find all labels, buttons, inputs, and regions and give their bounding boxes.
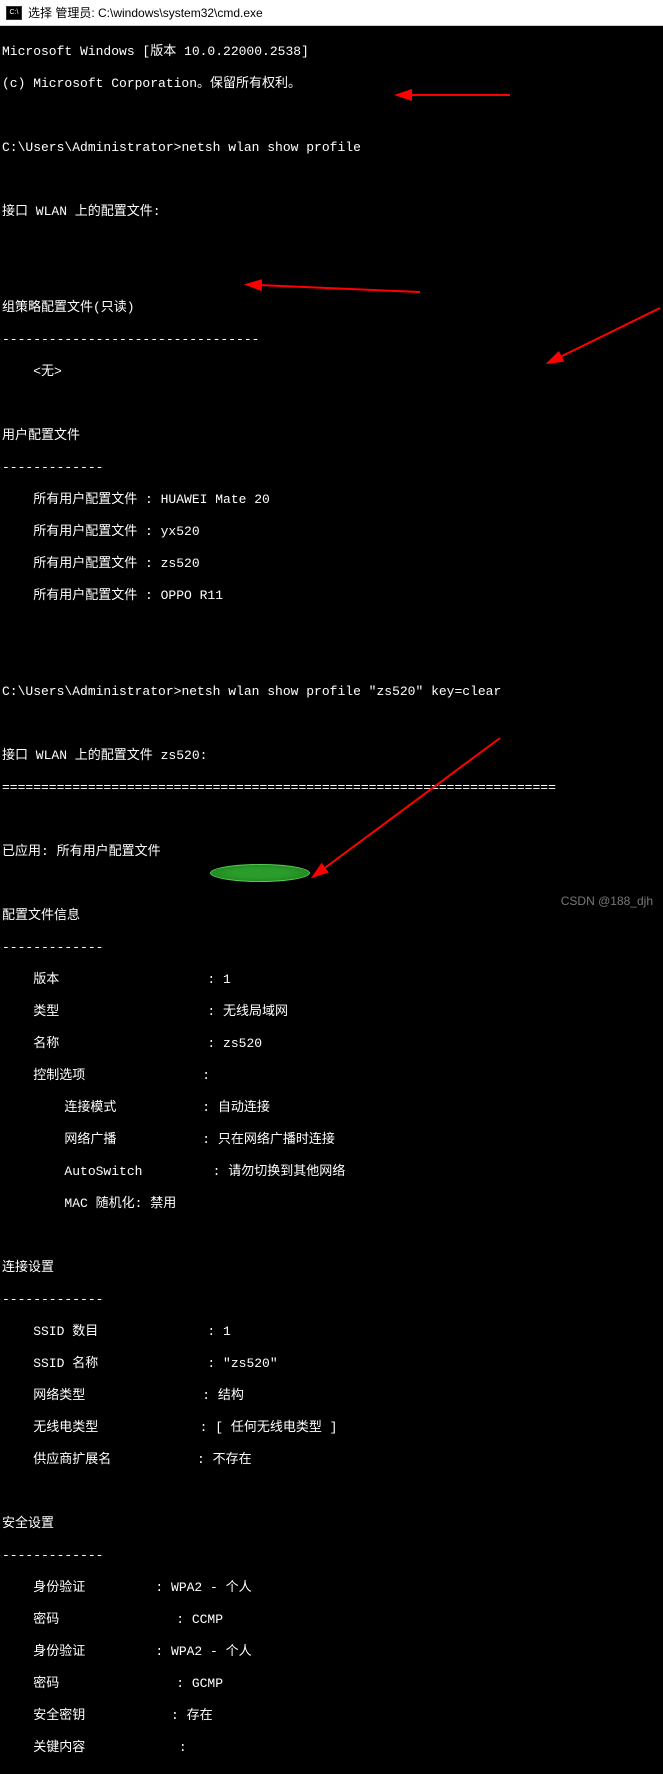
blank [2, 172, 661, 188]
conn-row: SSID 数目 : 1 [2, 1324, 661, 1340]
user-profiles-header: 用户配置文件 [2, 428, 661, 444]
interface-profile-header: 接口 WLAN 上的配置文件 zs520: [2, 748, 661, 764]
command-2: netsh wlan show profile "zs520" key=clea… [181, 684, 501, 699]
sec-row: 密码 : CCMP [2, 1612, 661, 1628]
eqline: ========================================… [2, 780, 661, 796]
blank [2, 812, 661, 828]
window-title: 选择 管理员: C:\windows\system32\cmd.exe [28, 4, 263, 21]
info-row: 连接模式 : 自动连接 [2, 1100, 661, 1116]
blank [2, 620, 661, 636]
profile-name: zs520 [161, 556, 200, 571]
dashes: ------------- [2, 1292, 661, 1308]
command-1: netsh wlan show profile [181, 140, 360, 155]
sec-row: 身份验证 : WPA2 - 个人 [2, 1644, 661, 1660]
sec-row: 身份验证 : WPA2 - 个人 [2, 1580, 661, 1596]
blank [2, 1228, 661, 1244]
cmd-icon: C:\ [6, 6, 22, 20]
info-row: AutoSwitch : 请勿切换到其他网络 [2, 1164, 661, 1180]
profile-row: 所有用户配置文件 : zs520 [2, 556, 661, 572]
dashes: ------------- [2, 940, 661, 956]
info-row: 版本 : 1 [2, 972, 661, 988]
blank [2, 396, 661, 412]
profile-row: 所有用户配置文件 : OPPO R11 [2, 588, 661, 604]
blank [2, 652, 661, 668]
blank [2, 716, 661, 732]
sec-row: 关键内容 : [2, 1740, 661, 1756]
section-profile-info: 配置文件信息 [2, 908, 661, 924]
conn-row: 供应商扩展名 : 不存在 [2, 1452, 661, 1468]
prompt-line-2: C:\Users\Administrator>netsh wlan show p… [2, 684, 661, 700]
conn-row: 网络类型 : 结构 [2, 1388, 661, 1404]
none-value: <无> [2, 364, 661, 380]
conn-row: 无线电类型 : [ 任何无线电类型 ] [2, 1420, 661, 1436]
section-conn: 连接设置 [2, 1260, 661, 1276]
blank [2, 108, 661, 124]
copyright-line: (c) Microsoft Corporation。保留所有权利。 [2, 76, 661, 92]
password-highlight-icon [210, 864, 310, 882]
sec-row: 安全密钥 : 存在 [2, 1708, 661, 1724]
blank [2, 268, 661, 284]
profile-row: 所有用户配置文件 : yx520 [2, 524, 661, 540]
section-security: 安全设置 [2, 1516, 661, 1532]
prompt-line-1: C:\Users\Administrator>netsh wlan show p… [2, 140, 661, 156]
blank [2, 1484, 661, 1500]
dashes: ------------- [2, 1548, 661, 1564]
profile-name: HUAWEI Mate 20 [161, 492, 270, 507]
winver-line: Microsoft Windows [版本 10.0.22000.2538] [2, 44, 661, 60]
profile-name: yx520 [161, 524, 200, 539]
window-titlebar[interactable]: C:\ 选择 管理员: C:\windows\system32\cmd.exe [0, 0, 663, 26]
conn-row: SSID 名称 : "zs520" [2, 1356, 661, 1372]
info-row: 类型 : 无线局域网 [2, 1004, 661, 1020]
blank [2, 876, 661, 892]
interface-header: 接口 WLAN 上的配置文件: [2, 204, 661, 220]
sec-row: 密码 : GCMP [2, 1676, 661, 1692]
blank [2, 236, 661, 252]
profile-row: 所有用户配置文件 : HUAWEI Mate 20 [2, 492, 661, 508]
profile-name: OPPO R11 [161, 588, 223, 603]
info-row: MAC 随机化: 禁用 [2, 1196, 661, 1212]
info-row: 名称 : zs520 [2, 1036, 661, 1052]
watermark: CSDN @188_djh [561, 894, 653, 908]
dashes: --------------------------------- [2, 332, 661, 348]
group-policy-header: 组策略配置文件(只读) [2, 300, 661, 316]
info-row: 控制选项 : [2, 1068, 661, 1084]
applied-line: 已应用: 所有用户配置文件 [2, 844, 661, 860]
dashes: ------------- [2, 460, 661, 476]
info-row: 网络广播 : 只在网络广播时连接 [2, 1132, 661, 1148]
